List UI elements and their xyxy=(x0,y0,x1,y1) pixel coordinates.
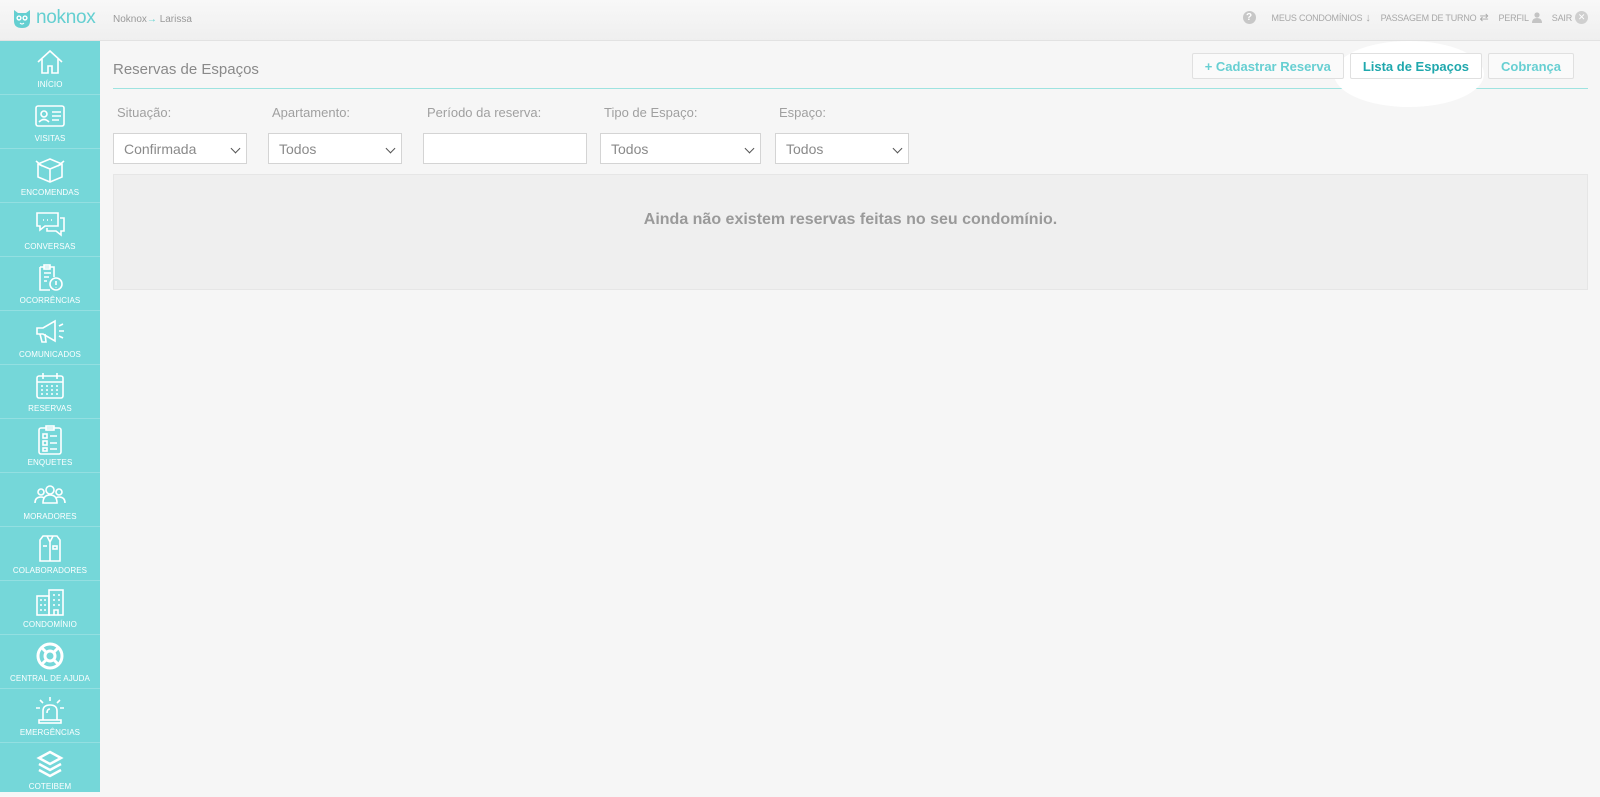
chevron-down-icon xyxy=(385,143,396,154)
meus-condominios-link[interactable]: MEUS CONDOMÍNIOS ↓ xyxy=(1272,12,1371,24)
calendar-icon xyxy=(36,373,64,399)
id-card-icon xyxy=(35,105,65,127)
top-links: ? MEUS CONDOMÍNIOS ↓ PASSAGEM DE TURNO ⇄… xyxy=(1242,11,1588,24)
breadcrumb-user: Larissa xyxy=(159,14,192,25)
people-icon xyxy=(34,485,66,504)
sidebar-item-inicio[interactable]: INÍCIO xyxy=(0,41,100,95)
chevron-down-icon xyxy=(230,143,241,154)
breadcrumb: Noknox→ Larissa xyxy=(113,14,192,25)
tab-cobranca[interactable]: Cobrança xyxy=(1488,53,1574,79)
chat-icon xyxy=(36,212,65,237)
sair-link[interactable]: SAIR ✕ xyxy=(1552,11,1588,24)
noknox-logo[interactable]: noknox xyxy=(12,7,96,29)
breadcrumb-arrow-icon: → xyxy=(146,14,157,25)
empty-message: Ainda não existem reservas feitas no seu… xyxy=(643,211,1058,228)
help-icon[interactable]: ? xyxy=(1242,11,1256,24)
brand-name: noknox xyxy=(36,7,96,28)
sidebar-item-reservas[interactable]: RESERVAS xyxy=(0,365,100,419)
sidebar-item-coteibem[interactable]: COTEIBEM xyxy=(0,743,100,797)
sidebar-item-moradores[interactable]: MORADORES xyxy=(0,473,100,527)
page-header: Reservas de Espaços + Cadastrar Reserva … xyxy=(113,41,1588,107)
passagem-de-turno-link[interactable]: PASSAGEM DE TURNO ⇄ xyxy=(1381,11,1489,24)
top-bar: noknox Noknox→ Larissa ? MEUS CONDOMÍNIO… xyxy=(0,0,1600,41)
building-icon xyxy=(36,589,64,616)
apartamento-label: Apartamento: xyxy=(272,105,351,120)
close-circle-icon: ✕ xyxy=(1575,11,1588,24)
checklist-icon xyxy=(38,425,62,455)
home-icon xyxy=(37,49,63,74)
perfil-link[interactable]: PERFIL xyxy=(1498,12,1542,23)
empty-state: Ainda não existem reservas feitas no seu… xyxy=(113,174,1588,290)
main-content: Reservas de Espaços + Cadastrar Reserva … xyxy=(113,41,1588,290)
chevron-down-icon xyxy=(744,143,755,154)
clipboard-alert-icon xyxy=(39,264,63,291)
chevron-down-icon xyxy=(892,143,903,154)
tab-cadastrar-reserva[interactable]: + Cadastrar Reserva xyxy=(1191,53,1344,79)
sidebar-item-encomendas[interactable]: ENCOMENDAS xyxy=(0,149,100,203)
sidebar-item-central-de-ajuda[interactable]: CENTRAL DE AJUDA xyxy=(0,635,100,689)
sidebar-item-visitas[interactable]: VISITAS xyxy=(0,95,100,149)
sidebar-item-comunicados[interactable]: COMUNICADOS xyxy=(0,311,100,365)
user-icon xyxy=(1531,12,1542,23)
package-icon xyxy=(35,158,65,183)
tab-lista-de-espacos[interactable]: Lista de Espaços xyxy=(1349,53,1483,79)
periodo-label: Período da reserva: xyxy=(427,105,542,120)
apartamento-select[interactable]: Todos xyxy=(268,133,402,164)
situacao-label: Situação: xyxy=(117,105,172,120)
megaphone-icon xyxy=(36,319,64,343)
sidebar-item-enquetes[interactable]: ENQUETES xyxy=(0,419,100,473)
lifebuoy-icon xyxy=(36,642,64,670)
sidebar-item-condominio[interactable]: CONDOMÍNIO xyxy=(0,581,100,635)
sidebar: INÍCIO VISITAS ENCOMENDAS CONVERSAS OCOR… xyxy=(0,41,100,797)
tipo-espaco-select[interactable]: Todos xyxy=(600,133,761,164)
page-title: Reservas de Espaços xyxy=(113,61,259,78)
periodo-input[interactable] xyxy=(423,133,587,164)
owl-logo-icon xyxy=(14,10,30,28)
tipo-espaco-label: Tipo de Espaço: xyxy=(604,105,698,120)
filters: Situação: Confirmada Apartamento: Todos … xyxy=(113,89,1588,173)
siren-icon xyxy=(36,697,64,724)
arrow-down-icon: ↓ xyxy=(1365,11,1371,24)
espaco-select[interactable]: Todos xyxy=(775,133,909,164)
coteibem-icon xyxy=(36,750,64,778)
sidebar-item-conversas[interactable]: CONVERSAS xyxy=(0,203,100,257)
uniform-icon xyxy=(39,535,61,562)
breadcrumb-org[interactable]: Noknox xyxy=(113,14,147,25)
swap-icon: ⇄ xyxy=(1479,12,1489,24)
situacao-select[interactable]: Confirmada xyxy=(113,133,247,164)
sidebar-item-ocorrencias[interactable]: OCORRÊNCIAS xyxy=(0,257,100,311)
sidebar-item-colaboradores[interactable]: COLABORADORES xyxy=(0,527,100,581)
sidebar-item-emergencias[interactable]: EMERGÊNCIAS xyxy=(0,689,100,743)
espaco-label: Espaço: xyxy=(779,105,826,120)
page-tabs: + Cadastrar Reserva Lista de Espaços Cob… xyxy=(1191,53,1574,79)
